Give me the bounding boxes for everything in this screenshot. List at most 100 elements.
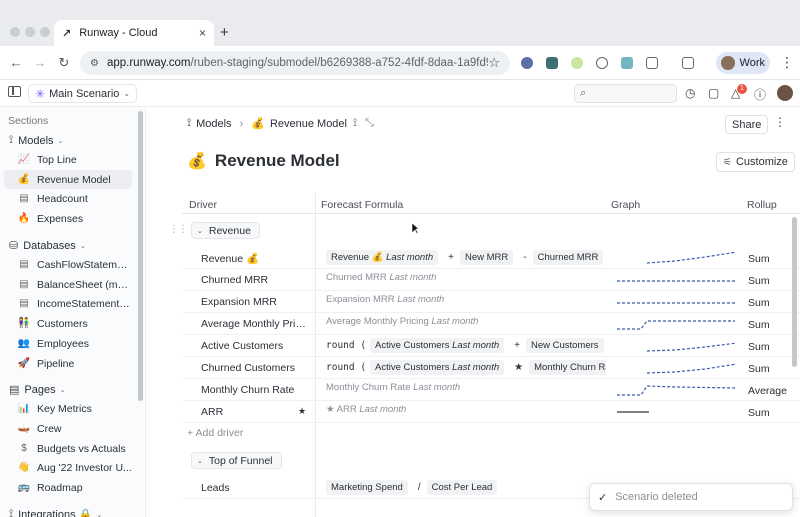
formula-cell[interactable]: Expansion MRR Last month — [326, 294, 606, 305]
header-divider — [182, 213, 800, 214]
extension-icon-3[interactable] — [571, 57, 583, 69]
models-icon: ⟟ — [9, 134, 14, 146]
column-header-graph[interactable]: Graph — [611, 199, 640, 211]
chevron-right-icon: › — [239, 117, 244, 130]
sparkline — [617, 302, 735, 304]
sidebar-item-incomestatement[interactable]: ▤ IncomeStatement (... — [4, 294, 132, 313]
reload-icon[interactable]: ↻ — [56, 55, 72, 71]
models-section-header[interactable]: ⟟ Models ⌄ — [9, 134, 63, 147]
tab-close-icon[interactable]: × — [199, 26, 206, 40]
extension-icon-1[interactable] — [521, 57, 533, 69]
chevron-down-icon: ⌄ — [59, 386, 66, 394]
formula-cell[interactable]: round ( Active Customers Last month + Ne… — [326, 338, 606, 353]
help-icon[interactable]: ⓘ — [754, 86, 766, 103]
table-scrollbar[interactable] — [792, 217, 797, 367]
forward-icon[interactable]: → — [32, 55, 48, 70]
driver-row-churned-mrr[interactable]: Churned MRR Churned MRR Last month Sum — [183, 269, 800, 291]
puzzle-icon[interactable] — [646, 57, 658, 69]
scenario-selector[interactable]: ✳ Main Scenario ⌄ — [28, 84, 138, 103]
url-text[interactable]: app.runway.com/ruben-staging/submodel/b6… — [107, 57, 488, 69]
group-top-of-funnel[interactable]: ⌄ Top of Funnel — [191, 452, 282, 469]
column-header-rollup[interactable]: Rollup — [747, 199, 777, 211]
collapse-icon[interactable]: ⤡ — [365, 117, 374, 130]
customize-button[interactable]: ⚟ Customize — [716, 152, 795, 172]
sidebar-item-top-line[interactable]: 📈 Top Line — [4, 150, 132, 169]
model-settings-icon[interactable]: ⟟ — [353, 117, 357, 130]
sidebar-item-headcount[interactable]: ▤ Headcount — [4, 189, 132, 208]
share-button[interactable]: Share — [725, 115, 769, 134]
formula-cell[interactable]: Average Monthly Pricing Last month — [326, 316, 606, 327]
column-header-formula[interactable]: Forecast Formula — [321, 199, 403, 211]
extension-icon-5[interactable] — [621, 57, 633, 69]
sidebar-item-roadmap[interactable]: 🚌 Roadmap — [4, 478, 132, 497]
site-info-icon[interactable]: ⚙ — [90, 58, 99, 69]
browser-tab-strip: ↗ Runway - Cloud × + — [0, 0, 800, 46]
profile-chip[interactable]: Work — [716, 52, 770, 74]
driver-row-revenue[interactable]: Revenue 💰 Revenue 💰 Last month + New MRR… — [183, 247, 800, 269]
formula-cell[interactable]: Revenue 💰 Last month + New MRR - Churned… — [326, 250, 606, 265]
sidebar-item-expenses[interactable]: 🔥 Expenses — [4, 209, 132, 228]
sidebar-item-employees[interactable]: 👥 Employees — [4, 334, 132, 353]
search-input[interactable]: ⌕ — [574, 84, 677, 103]
sidebar-item-key-metrics[interactable]: 📊 Key Metrics — [4, 399, 132, 418]
extension-icon-2[interactable] — [546, 57, 558, 69]
profile-label: Work — [739, 57, 765, 69]
group-revenue[interactable]: ⌄ Revenue — [191, 222, 260, 239]
window-zoom-dot[interactable] — [40, 27, 50, 37]
bookmark-star-icon[interactable]: ☆ — [488, 55, 500, 71]
tab-search-icon[interactable] — [682, 57, 694, 69]
formula-cell[interactable]: ★ ARR Last month — [326, 404, 606, 415]
mouse-cursor-icon — [412, 223, 420, 235]
new-tab-button[interactable]: + — [220, 24, 229, 41]
databases-section-header[interactable]: ⛁ Databases ⌄ — [9, 239, 86, 253]
user-avatar[interactable] — [777, 85, 793, 101]
check-icon: ✓ — [598, 491, 608, 504]
sparkline — [646, 342, 735, 352]
sidebar-toggle-icon[interactable] — [8, 86, 21, 97]
formula-cell[interactable]: Churned MRR Last month — [326, 272, 606, 283]
sidebar-item-balancesheet[interactable]: ▤ BalanceSheet (mer... — [4, 275, 132, 294]
sidebar-item-crew[interactable]: 🛶 Crew — [4, 419, 132, 438]
window-close-dot[interactable] — [10, 27, 20, 37]
add-driver-button[interactable]: + Add driver — [187, 427, 243, 439]
pages-section-header[interactable]: ▤ Pages ⌄ — [9, 383, 66, 397]
page-title-text: Revenue Model — [214, 151, 340, 170]
driver-row-avg-pricing[interactable]: Average Monthly Prici... Average Monthly… — [183, 313, 800, 335]
formula-cell[interactable]: Monthly Churn Rate Last month — [326, 382, 606, 393]
bus-icon: 🚌 — [17, 482, 31, 493]
back-icon[interactable]: ← — [8, 55, 24, 70]
driver-row-churn-rate[interactable]: Monthly Churn Rate Monthly Churn Rate La… — [183, 379, 800, 401]
history-icon[interactable]: ◷ — [685, 86, 695, 100]
driver-row-arr[interactable]: ARR ★ ★ ARR Last month Sum — [183, 401, 800, 423]
formula-cell[interactable]: Marketing Spend / Cost Per Lead — [326, 480, 606, 495]
more-options-icon[interactable]: ⋮ — [774, 115, 786, 129]
column-header-driver[interactable]: Driver — [189, 199, 217, 211]
browser-tab[interactable]: ↗ Runway - Cloud × — [54, 20, 214, 46]
breadcrumb-current[interactable]: Revenue Model — [270, 118, 347, 130]
integrations-icon: ⟟ — [9, 508, 14, 517]
driver-row-expansion-mrr[interactable]: Expansion MRR Expansion MRR Last month S… — [183, 291, 800, 313]
formula-cell[interactable]: round ( Active Customers Last month ★ Mo… — [326, 360, 606, 375]
toast-notification: ✓ Scenario deleted — [589, 483, 793, 511]
extension-icon-4[interactable] — [596, 57, 608, 69]
sidebar-item-pipeline[interactable]: 🚀 Pipeline — [4, 354, 132, 373]
star-icon[interactable]: ★ — [298, 406, 306, 417]
tab-title: Runway - Cloud — [79, 27, 158, 39]
driver-row-active-customers[interactable]: Active Customers round ( Active Customer… — [183, 335, 800, 357]
sidebar-scrollbar[interactable] — [138, 111, 143, 401]
search-icon: ⌕ — [580, 87, 587, 99]
drag-handle-icon[interactable]: ⋮⋮ — [169, 224, 188, 235]
driver-row-churned-customers[interactable]: Churned Customers round ( Active Custome… — [183, 357, 800, 379]
sidebar-item-revenue-model[interactable]: 💰 Revenue Model — [4, 170, 132, 189]
browser-menu-icon[interactable]: ⋮ — [780, 54, 794, 71]
breadcrumb-models[interactable]: Models — [196, 118, 231, 130]
integrations-section-header[interactable]: ⟟ Integrations 🔒 ⌄ — [9, 508, 102, 517]
sidebar-item-customers[interactable]: 👫 Customers — [4, 314, 132, 333]
sidebar-item-cashflow[interactable]: ▤ CashFlowStatemen... — [4, 255, 132, 274]
url-omnibox[interactable]: ⚙ app.runway.com/ruben-staging/submodel/… — [80, 51, 510, 75]
sidebar-item-budgets[interactable]: $ Budgets vs Actuals — [4, 439, 132, 458]
window-minimize-dot[interactable] — [25, 27, 35, 37]
pages-icon: ▤ — [9, 384, 20, 396]
comments-icon[interactable]: ▢ — [708, 86, 719, 100]
sidebar-item-investor-update[interactable]: 👋 Aug '22 Investor U... — [4, 458, 132, 477]
